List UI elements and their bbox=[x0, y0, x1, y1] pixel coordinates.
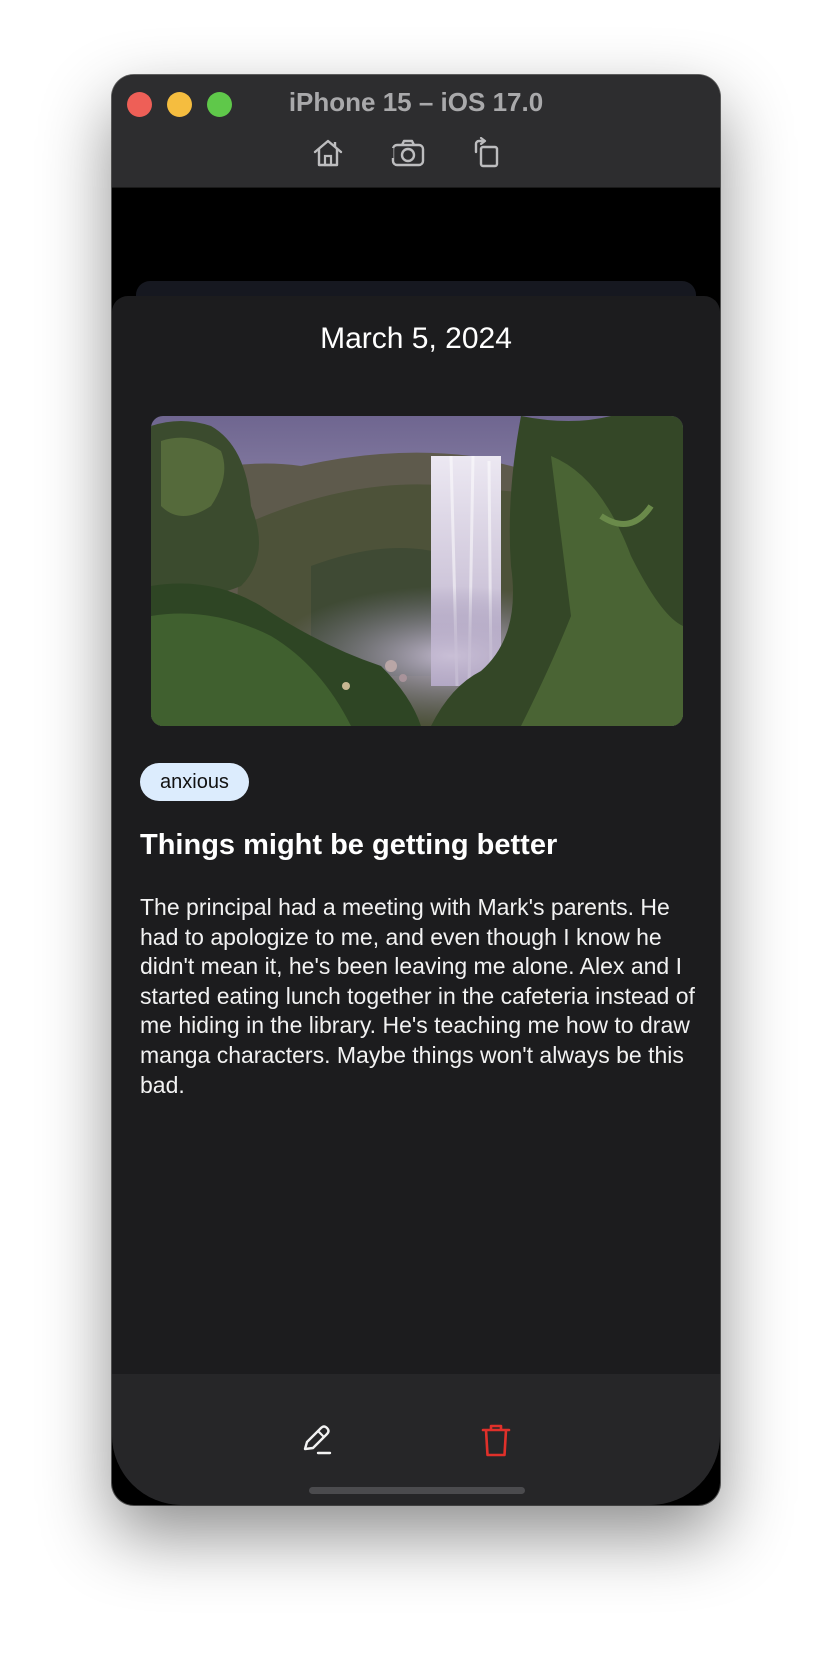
screenshot-icon bbox=[390, 139, 425, 167]
entry-action-bar bbox=[112, 1374, 720, 1505]
simulator-titlebar: iPhone 15 – iOS 17.0 bbox=[112, 75, 720, 188]
waterfall-photo-image bbox=[151, 416, 683, 726]
device-screen: March 5, 2024 anxious Things might be ge… bbox=[112, 188, 720, 1505]
trash-icon bbox=[481, 1424, 511, 1457]
rotate-icon bbox=[474, 137, 499, 168]
entry-date: March 5, 2024 bbox=[320, 322, 512, 355]
home-button[interactable] bbox=[308, 135, 348, 171]
home-icon bbox=[313, 139, 343, 167]
simulator-window: iPhone 15 – iOS 17.0 March 5, 2024 anxio… bbox=[112, 75, 720, 1505]
pencil-icon bbox=[303, 1425, 332, 1455]
screenshot-button[interactable] bbox=[388, 135, 428, 171]
waterfall-photo[interactable] bbox=[151, 416, 683, 726]
delete-entry-button[interactable] bbox=[471, 1418, 521, 1462]
home-indicator[interactable] bbox=[309, 1487, 525, 1494]
rotate-button[interactable] bbox=[467, 135, 507, 171]
entry-title: Things might be getting better bbox=[140, 829, 558, 861]
edit-entry-button[interactable] bbox=[292, 1418, 342, 1462]
window-title: iPhone 15 – iOS 17.0 bbox=[288, 87, 544, 117]
entry-detail-sheet: March 5, 2024 anxious Things might be ge… bbox=[112, 296, 720, 1505]
mood-tag: anxious bbox=[140, 763, 249, 801]
entry-body: The principal had a meeting with Mark's … bbox=[140, 894, 695, 1098]
